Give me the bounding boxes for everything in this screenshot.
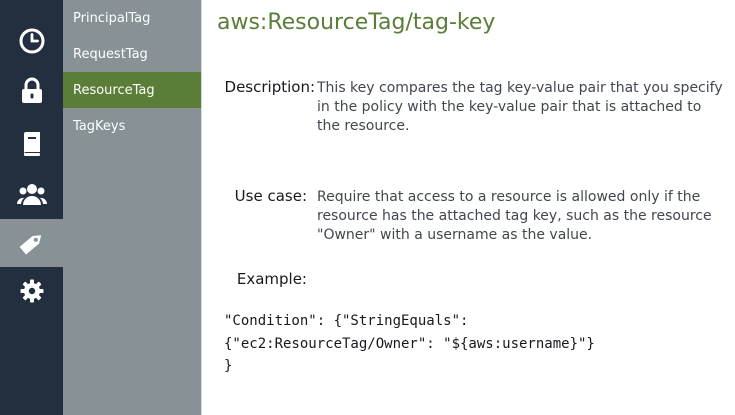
rail-item-users[interactable] [0,170,63,218]
use-case-label: Use case: [234,187,307,205]
icon-rail [0,0,63,415]
subnav-item-principaltag[interactable]: PrincipalTag [63,0,201,36]
subnav-item-requesttag[interactable]: RequestTag [63,36,201,72]
rail-item-tags[interactable] [0,219,63,267]
example-code: "Condition": {"StringEquals": {"ec2:Reso… [224,313,595,374]
tag-subnav: PrincipalTag RequestTag ResourceTag TagK… [63,0,201,415]
page-title: aws:ResourceTag/tag-key [217,10,496,35]
rail-item-docs[interactable] [0,120,63,168]
tag-icon [19,235,41,255]
rail-item-lock[interactable] [0,67,63,115]
content-panel: aws:ResourceTag/tag-key Description: Thi… [201,0,735,415]
book-icon [23,132,40,156]
description-text: This key compares the tag key-value pair… [317,80,723,134]
subnav-item-tagkeys[interactable]: TagKeys [63,108,201,144]
rail-item-settings[interactable] [0,267,63,315]
gear-icon [20,279,43,303]
description-label: Description: [224,78,315,96]
lock-icon [21,77,42,103]
use-case-text: Require that access to a resource is all… [317,189,712,243]
users-icon [16,184,47,205]
clock-icon [19,28,44,54]
rail-item-clock[interactable] [0,17,63,65]
example-label: Example: [236,270,307,288]
subnav-item-resourcetag[interactable]: ResourceTag [63,72,201,108]
